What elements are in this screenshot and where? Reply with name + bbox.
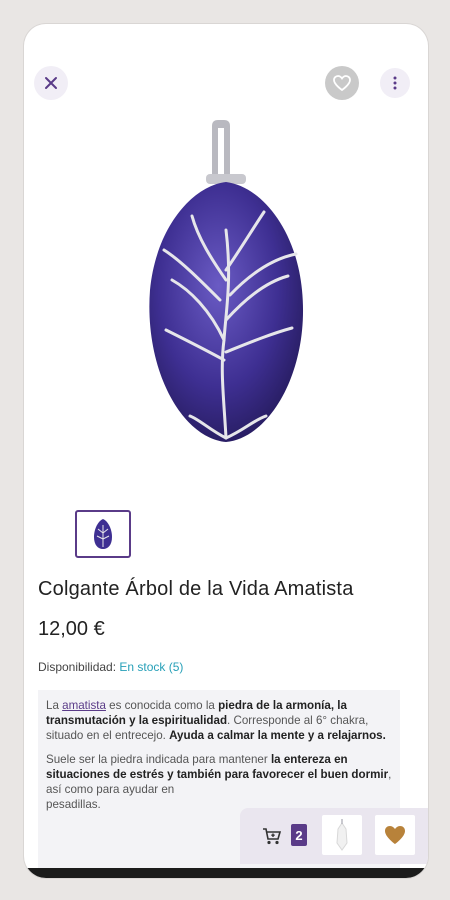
product-price: 12,00 € [38, 618, 105, 640]
product-image[interactable] [120, 120, 332, 470]
favorite-button[interactable] [325, 66, 359, 100]
heart-stone-image [385, 826, 405, 844]
cart-icon[interactable] [262, 826, 282, 846]
product-title: Colgante Árbol de la Vida Amatista [38, 578, 354, 600]
more-options-button[interactable] [380, 68, 410, 98]
availability-row: Disponibilidad: En stock (5) [38, 660, 183, 674]
heart-icon [333, 75, 351, 91]
gallery-thumbnail[interactable] [75, 510, 131, 558]
stock-count: (5) [168, 660, 184, 674]
close-button[interactable] [34, 66, 68, 100]
more-vertical-icon [393, 76, 397, 90]
mini-cart-bar[interactable]: 2 [240, 808, 428, 864]
thumbnail-image [94, 519, 112, 549]
stock-status: En stock [119, 660, 166, 674]
description-paragraph: Suele ser la piedra indicada para manten… [46, 753, 392, 811]
amatista-link[interactable]: amatista [62, 699, 106, 712]
close-icon [45, 77, 57, 89]
app-screen: Colgante Árbol de la Vida Amatista 12,00… [24, 24, 428, 878]
cart-item-thumbnail[interactable] [322, 815, 362, 855]
cart-item-thumbnail[interactable] [375, 815, 415, 855]
crystal-pendant-image [336, 819, 348, 851]
availability-label: Disponibilidad: [38, 660, 117, 674]
cart-count-badge: 2 [291, 824, 307, 846]
description-paragraph: La amatista es conocida como la piedra d… [46, 699, 386, 742]
navigation-bar [24, 868, 428, 878]
